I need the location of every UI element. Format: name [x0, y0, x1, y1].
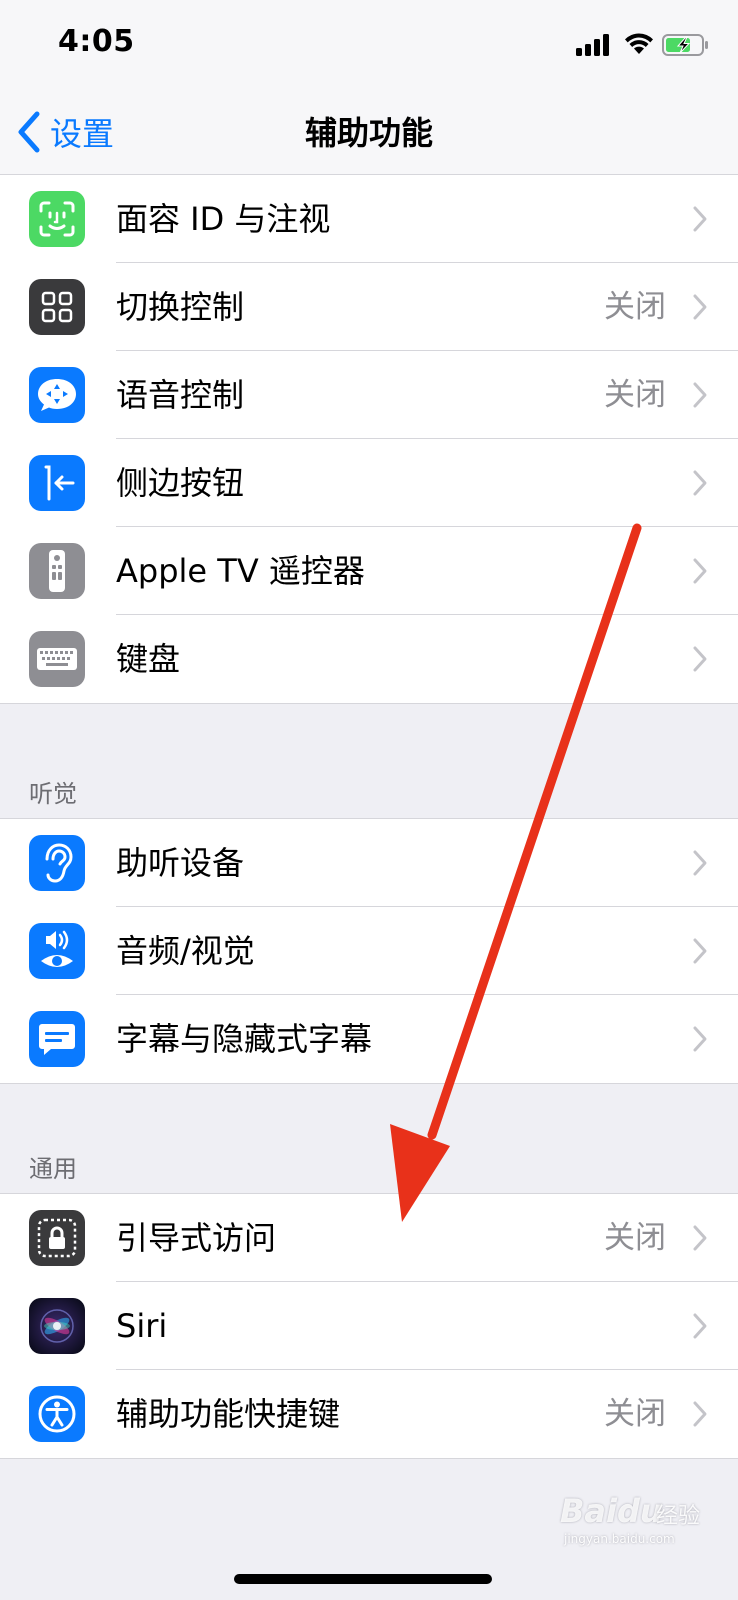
accessibility-shortcut-icon — [29, 1386, 85, 1442]
switch-control-icon — [29, 279, 85, 335]
list-item-value: 关闭 — [604, 1220, 666, 1256]
list-item-label: 面容 ID 与注视 — [116, 200, 331, 238]
list-item-label: 键盘 — [116, 640, 181, 678]
watermark-name: 经验 — [656, 1504, 701, 1529]
list-item-label: 字幕与隐藏式字幕 — [116, 1020, 373, 1058]
cellular-signal-icon — [576, 34, 614, 56]
navigation-bar: 设置 辅助功能 — [0, 92, 738, 175]
list-item-apple-tv-remote[interactable]: Apple TV 遥控器 — [0, 527, 738, 615]
keyboard-icon — [29, 631, 85, 687]
chevron-right-icon — [693, 646, 707, 672]
chevron-right-icon — [693, 382, 707, 408]
physical-motor-group: 面容 ID 与注视 切换控制 关闭 语音控制 关闭 侧边按钮 Apple TV … — [0, 174, 738, 704]
list-item-label: 引导式访问 — [116, 1219, 277, 1257]
section-header-general: 通用 — [29, 1155, 77, 1183]
list-item-siri[interactable]: Siri — [0, 1282, 738, 1370]
chevron-right-icon — [693, 1313, 707, 1339]
audio-visual-icon — [29, 923, 85, 979]
list-item-accessibility-shortcut[interactable]: 辅助功能快捷键 关闭 — [0, 1370, 738, 1458]
list-item-value: 关闭 — [604, 377, 666, 413]
hearing-group: 助听设备 音频/视觉 字幕与隐藏式字幕 — [0, 818, 738, 1084]
chevron-right-icon — [693, 850, 707, 876]
list-item-hearing-devices[interactable]: 助听设备 — [0, 819, 738, 907]
list-item-subtitles-captioning[interactable]: 字幕与隐藏式字幕 — [0, 995, 738, 1083]
face-id-icon — [29, 191, 85, 247]
list-item-side-button[interactable]: 侧边按钮 — [0, 439, 738, 527]
list-item-value: 关闭 — [604, 1396, 666, 1432]
chevron-right-icon — [693, 938, 707, 964]
watermark-logo: Baidu — [560, 1492, 663, 1530]
chevron-right-icon — [693, 1401, 707, 1427]
chevron-right-icon — [693, 1026, 707, 1052]
list-item-keyboard[interactable]: 键盘 — [0, 615, 738, 703]
apple-tv-remote-icon — [29, 543, 85, 599]
chevron-right-icon — [693, 294, 707, 320]
page-title: 辅助功能 — [304, 114, 433, 152]
side-button-icon — [29, 455, 85, 511]
general-group: 引导式访问 关闭 Siri 辅助功能快捷键 关闭 — [0, 1193, 738, 1459]
list-item-audio-visual[interactable]: 音频/视觉 — [0, 907, 738, 995]
siri-icon — [29, 1298, 85, 1354]
hearing-devices-icon — [29, 835, 85, 891]
baidu-jingyan-watermark: Baidu 经验 jingyan.baidu.com — [560, 1488, 720, 1548]
list-item-voice-control[interactable]: 语音控制 关闭 — [0, 351, 738, 439]
guided-access-icon — [29, 1210, 85, 1266]
subtitles-captioning-icon — [29, 1011, 85, 1067]
status-time: 4:05 — [58, 24, 135, 59]
chevron-right-icon — [693, 206, 707, 232]
battery-charging-icon — [662, 34, 708, 56]
chevron-right-icon — [693, 558, 707, 584]
list-item-value: 关闭 — [604, 289, 666, 325]
list-item-switch-control[interactable]: 切换控制 关闭 — [0, 263, 738, 351]
list-item-label: Siri — [116, 1307, 168, 1345]
list-item-label: 助听设备 — [116, 844, 245, 882]
list-item-label: Apple TV 遥控器 — [116, 552, 365, 590]
watermark-url: jingyan.baidu.com — [564, 1532, 675, 1546]
list-item-label: 切换控制 — [116, 288, 245, 326]
chevron-right-icon — [693, 1225, 707, 1251]
list-item-label: 语音控制 — [116, 376, 245, 414]
home-indicator[interactable] — [234, 1574, 492, 1584]
list-item-label: 辅助功能快捷键 — [116, 1395, 341, 1433]
chevron-right-icon — [693, 470, 707, 496]
list-item-face-id[interactable]: 面容 ID 与注视 — [0, 175, 738, 263]
voice-control-icon — [29, 367, 85, 423]
list-item-guided-access[interactable]: 引导式访问 关闭 — [0, 1194, 738, 1282]
wifi-icon — [625, 33, 653, 54]
list-item-label: 侧边按钮 — [116, 464, 245, 502]
list-item-label: 音频/视觉 — [116, 932, 255, 970]
status-bar: 4:05 — [0, 0, 738, 92]
section-header-hearing: 听觉 — [29, 780, 77, 808]
